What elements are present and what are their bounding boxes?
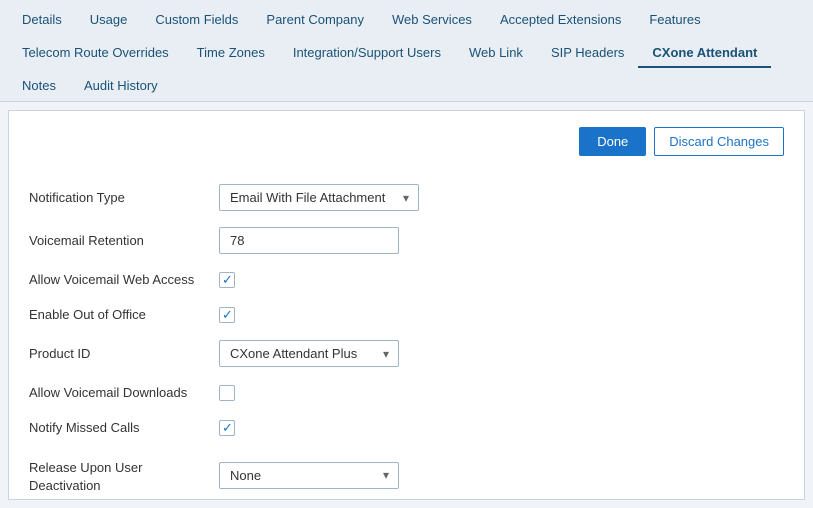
voicemail-downloads-checkbox[interactable] [219, 385, 235, 401]
voicemail-retention-input[interactable] [219, 227, 399, 254]
tabs-row-2: Telecom Route OverridesTime ZonesIntegra… [8, 35, 805, 68]
tab-telecom-route-overrides[interactable]: Telecom Route Overrides [8, 39, 183, 68]
tab-audit-history[interactable]: Audit History [70, 72, 172, 101]
tab-sip-headers[interactable]: SIP Headers [537, 39, 638, 68]
tab-web-services[interactable]: Web Services [378, 6, 486, 35]
tab-notes[interactable]: Notes [8, 72, 70, 101]
notify-missed-calls-label: Notify Missed Calls [29, 410, 219, 445]
done-button[interactable]: Done [579, 127, 646, 156]
product-id-label: Product ID [29, 332, 219, 375]
release-deactivation-select-wrapper: None Immediate On Renewal [219, 462, 399, 489]
tab-usage[interactable]: Usage [76, 6, 142, 35]
notification-type-select-wrapper: Email With File Attachment Email None [219, 184, 419, 211]
top-actions: Done Discard Changes [29, 127, 784, 156]
tab-features[interactable]: Features [635, 6, 714, 35]
product-id-select[interactable]: CXone Attendant Plus CXone Attendant Non… [219, 340, 399, 367]
tab-accepted-extensions[interactable]: Accepted Extensions [486, 6, 635, 35]
voicemail-web-access-checkbox[interactable] [219, 272, 235, 288]
tabs-container: DetailsUsageCustom FieldsParent CompanyW… [0, 0, 813, 102]
out-of-office-label: Enable Out of Office [29, 297, 219, 332]
voicemail-downloads-control [219, 375, 629, 410]
tabs-row-1: DetailsUsageCustom FieldsParent CompanyW… [8, 0, 805, 35]
tabs-row-3: NotesAudit History [8, 68, 805, 101]
tab-parent-company[interactable]: Parent Company [252, 6, 378, 35]
voicemail-web-access-label: Allow Voicemail Web Access [29, 262, 219, 297]
release-deactivation-label: Release Upon User Deactivation [29, 445, 219, 500]
notification-type-select[interactable]: Email With File Attachment Email None [219, 184, 419, 211]
discard-button[interactable]: Discard Changes [654, 127, 784, 156]
tab-details[interactable]: Details [8, 6, 76, 35]
product-id-select-wrapper: CXone Attendant Plus CXone Attendant Non… [219, 340, 399, 367]
voicemail-retention-control [219, 219, 629, 262]
tab-custom-fields[interactable]: Custom Fields [141, 6, 252, 35]
product-id-control: CXone Attendant Plus CXone Attendant Non… [219, 332, 629, 375]
notification-type-control: Email With File Attachment Email None [219, 176, 629, 219]
voicemail-downloads-label: Allow Voicemail Downloads [29, 375, 219, 410]
out-of-office-checkbox[interactable] [219, 307, 235, 323]
out-of-office-control [219, 297, 629, 332]
tab-time-zones[interactable]: Time Zones [183, 39, 279, 68]
form-grid: Notification Type Email With File Attach… [29, 176, 629, 500]
notify-missed-calls-checkbox[interactable] [219, 420, 235, 436]
notify-missed-calls-control [219, 410, 629, 445]
main-container: DetailsUsageCustom FieldsParent CompanyW… [0, 0, 813, 508]
notification-type-label: Notification Type [29, 176, 219, 219]
release-deactivation-control: None Immediate On Renewal [219, 445, 629, 500]
tab-integration-support-users[interactable]: Integration/Support Users [279, 39, 455, 68]
tab-web-link[interactable]: Web Link [455, 39, 537, 68]
voicemail-retention-label: Voicemail Retention [29, 219, 219, 262]
release-deactivation-select[interactable]: None Immediate On Renewal [219, 462, 399, 489]
tab-cxone-attendant[interactable]: CXone Attendant [638, 39, 771, 68]
voicemail-web-access-control [219, 262, 629, 297]
content-area: Done Discard Changes Notification Type E… [8, 110, 805, 500]
